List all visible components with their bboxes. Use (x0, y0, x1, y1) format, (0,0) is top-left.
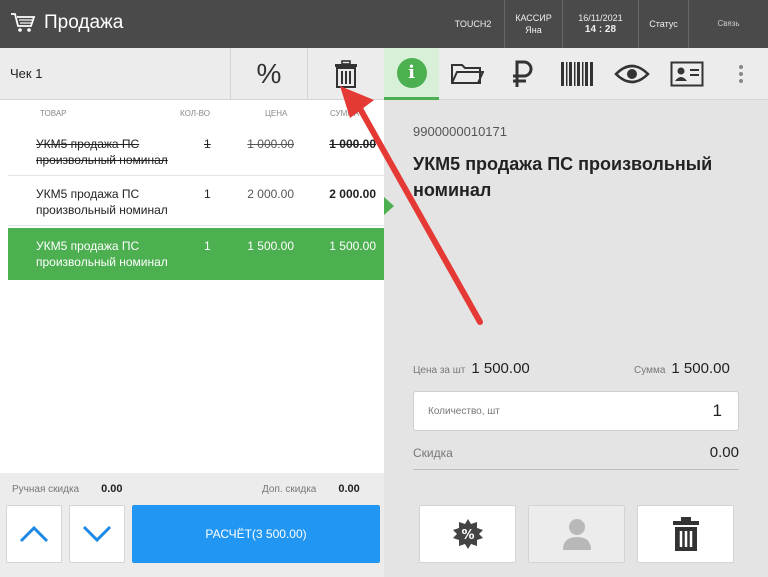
id-card-icon (670, 61, 703, 87)
datetime: 16/11/2021 14 : 28 (562, 0, 638, 48)
svg-text:%: % (461, 528, 474, 543)
row-name: УКМ5 продажа ПС произвольный номинал (36, 137, 168, 167)
manual-discount-value: 0.00 (101, 483, 123, 495)
chevron-up-icon (19, 525, 49, 543)
discount-field[interactable]: Скидка 0.00 (413, 440, 739, 470)
tab-catalog[interactable] (439, 48, 494, 100)
barcode-icon (560, 62, 593, 86)
trash-icon (672, 517, 699, 551)
line-sum-value: 1 500.00 (671, 360, 730, 377)
table-row[interactable]: УКМ5 продажа ПС произвольный номинал 1 1… (8, 126, 384, 176)
discount-value: 0.00 (709, 444, 739, 461)
manual-discount-label: Ручная скидка (12, 484, 80, 495)
folder-icon (450, 64, 484, 84)
trash-icon (335, 60, 357, 88)
table-row-selected[interactable]: УКМ5 продажа ПС произвольный номинал 1 1… (8, 228, 384, 280)
ruble-icon (512, 60, 532, 87)
table-header: ТОВАР КОЛ-ВО ЦЕНА СУММА (0, 100, 384, 126)
row-price: 1 500.00 (247, 239, 294, 253)
scroll-down-button[interactable] (69, 505, 125, 563)
details-panel: i 9900000010171 УКМ5 продажа ПС произвол… (384, 48, 768, 577)
product-name: УКМ5 продажа ПС произвольный номинал (413, 154, 713, 200)
col-price: ЦЕНА (265, 109, 288, 118)
time-text: 14 : 28 (584, 24, 617, 35)
date-text: 16/11/2021 (578, 13, 623, 23)
user-icon (562, 519, 591, 550)
row-qty: 1 (204, 137, 211, 151)
row-sum: 2 000.00 (329, 187, 376, 201)
tab-barcode[interactable] (549, 48, 604, 100)
page-title: Продажа (44, 12, 124, 33)
row-qty: 1 (204, 239, 211, 253)
discount-badge-icon: % (452, 519, 483, 549)
remove-item-button[interactable] (637, 505, 734, 563)
quantity-value[interactable]: 1 (713, 401, 722, 421)
tab-customer-card[interactable] (659, 48, 714, 100)
row-price: 2 000.00 (247, 187, 294, 201)
receipt-footer: Ручная скидка 0.00 Доп. скидка 0.00 РАСЧЁТ… (0, 473, 384, 577)
customer-button[interactable] (528, 505, 625, 563)
row-sum: 1 500.00 (329, 239, 376, 253)
receipt-panel: Чек 1 % ТОВАР КОЛ-ВО ЦЕНА СУММА УКМ5 про… (0, 48, 384, 577)
store-label: TOUCH2 (454, 19, 492, 29)
manual-discount: Ручная скидка 0.00 (12, 483, 123, 495)
apply-discount-button[interactable]: % (419, 505, 516, 563)
extra-discount-value: 0.00 (338, 483, 360, 495)
unit-price: Цена за шт 1 500.00 (413, 360, 530, 377)
col-qty: КОЛ-ВО (180, 109, 210, 118)
table-row[interactable]: УКМ5 продажа ПС произвольный номинал 1 2… (8, 176, 384, 226)
line-sum-label: Сумма (634, 365, 666, 376)
more-icon (739, 65, 743, 83)
row-sum: 1 000.00 (329, 137, 376, 151)
more-menu-button[interactable] (714, 48, 768, 100)
unit-price-value: 1 500.00 (471, 360, 530, 377)
extra-discount: Доп. скидка 0.00 (262, 483, 360, 495)
details-tabs: i (384, 48, 768, 100)
col-product: ТОВАР (40, 109, 67, 118)
status-label: Статус (649, 19, 678, 29)
cashier-info: КАССИР Яна (504, 0, 562, 48)
quantity-field[interactable]: Количество, шт 1 (413, 391, 739, 431)
tab-payment[interactable] (494, 48, 549, 100)
cashier-label: КАССИР (515, 13, 552, 23)
chevron-down-icon (82, 525, 112, 543)
selection-pointer (384, 197, 394, 215)
row-name: УКМ5 продажа ПС произвольный номинал (36, 239, 168, 269)
status-button[interactable]: Статус (638, 0, 688, 48)
line-sum: Сумма 1 500.00 (634, 360, 730, 377)
cart-icon (11, 13, 36, 32)
store-name: TOUCH2 (442, 0, 504, 48)
col-sum: СУММА (330, 109, 360, 118)
percent-icon: % (256, 58, 282, 89)
quantity-label: Количество, шт (428, 406, 500, 417)
cashier-name: Яна (525, 25, 542, 35)
info-icon: i (396, 57, 427, 88)
delete-item-button[interactable] (307, 48, 384, 100)
pay-button[interactable]: РАСЧЁТ(3 500.00) (132, 505, 380, 563)
row-name: УКМ5 продажа ПС произвольный номинал (36, 187, 168, 217)
tab-info[interactable]: i (384, 48, 439, 100)
connection-button[interactable]: Связь (688, 0, 768, 48)
eye-icon (613, 64, 650, 84)
connection-label: Связь (717, 19, 740, 28)
extra-discount-label: Доп. скидка (262, 484, 317, 495)
top-bar: Продажа TOUCH2 КАССИР Яна 16/11/2021 14 … (0, 0, 768, 48)
row-qty: 1 (204, 187, 211, 201)
discount-label: Скидка (413, 446, 453, 460)
unit-price-label: Цена за шт (413, 365, 466, 376)
receipt-label: Чек 1 (10, 66, 43, 81)
scroll-up-button[interactable] (6, 505, 62, 563)
discount-percent-button[interactable]: % (230, 48, 307, 100)
tab-view[interactable] (604, 48, 659, 100)
row-price: 1 000.00 (247, 137, 294, 151)
receipt-toolbar: Чек 1 % (0, 48, 384, 100)
product-barcode: 9900000010171 (413, 124, 507, 139)
